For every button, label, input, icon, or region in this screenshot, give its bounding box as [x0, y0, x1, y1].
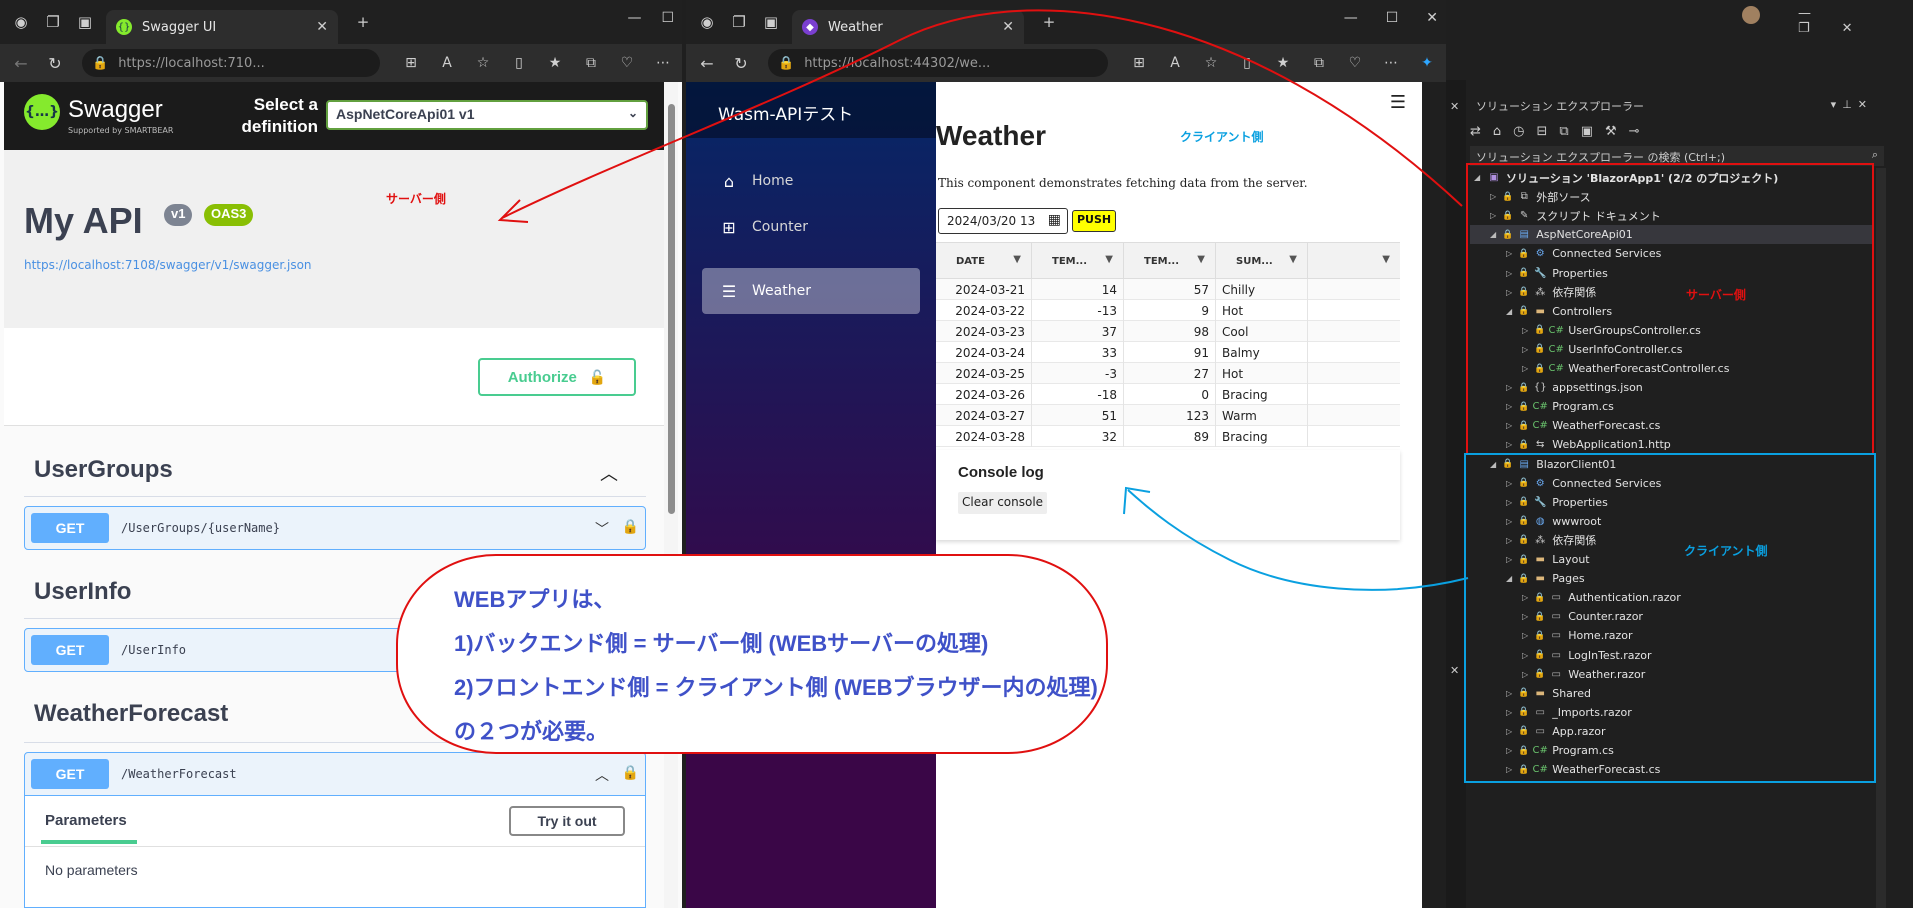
blue-arrowhead: [1123, 486, 1151, 515]
server-box: [1466, 163, 1874, 455]
client-annotation-label: クライアント側: [1180, 130, 1264, 144]
red-arrow-curve: [501, 9, 1463, 219]
bubble-line: 1)バックエンド側 = サーバー側 (WEBサーバーの処理): [454, 631, 989, 656]
bubble-line: WEBアプリは、: [454, 587, 616, 612]
bubble-line: の２つが必要。: [454, 719, 609, 744]
server-annotation-label: サーバー側: [386, 192, 446, 206]
blue-arrow-curve: [1127, 489, 1469, 591]
annotation-arrows: [497, 9, 1876, 783]
server-annotation-label-vs: サーバー側: [1686, 288, 1746, 302]
explanation-bubble: WEBアプリは、 1)バックエンド側 = サーバー側 (WEBサーバーの処理) …: [396, 554, 1108, 754]
client-annotation-label-vs: クライアント側: [1684, 544, 1768, 558]
bubble-line: 2)フロントエンド側 = クライアント側 (WEBブラウザー内の処理): [454, 675, 1098, 700]
client-box: [1464, 453, 1876, 783]
red-arrowhead: [497, 199, 529, 223]
